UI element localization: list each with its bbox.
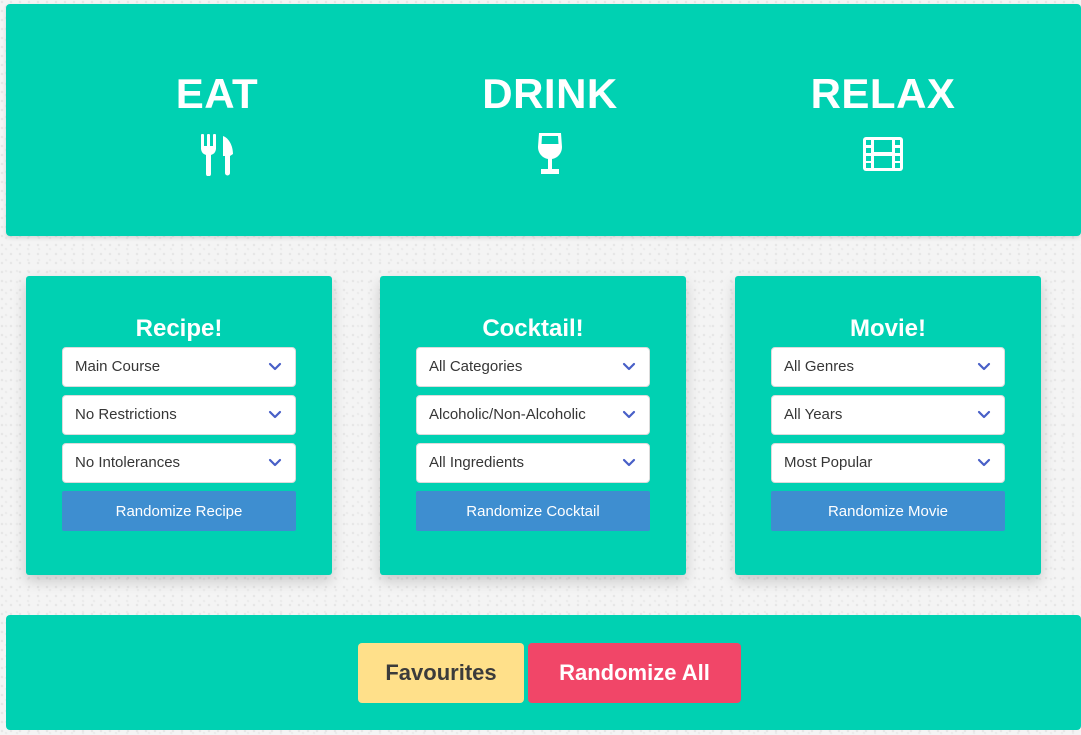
cocktail-ingredients-select[interactable]: All Ingredients xyxy=(416,443,650,483)
recipe-course-value: Main Course xyxy=(75,358,161,375)
recipe-intolerances-value: No Intolerances xyxy=(75,454,181,471)
footer-bar: Favourites Randomize All xyxy=(6,615,1081,730)
chevron-down-icon xyxy=(622,458,636,467)
movie-card-title: Movie! xyxy=(849,315,926,342)
cocktail-category-select[interactable]: All Categories xyxy=(416,347,650,387)
movie-sort-value: Most Popular xyxy=(784,454,873,471)
hero-drink-title: DRINK xyxy=(482,70,618,117)
hero-relax-title: RELAX xyxy=(810,70,956,117)
hero-relax: RELAX xyxy=(783,70,983,176)
randomize-movie-button[interactable]: Randomize Movie xyxy=(771,491,1005,531)
recipe-course-select[interactable]: Main Course xyxy=(62,347,296,387)
randomize-recipe-button[interactable]: Randomize Recipe xyxy=(62,491,296,531)
utensils-icon xyxy=(201,134,233,176)
cocktail-alcoholic-value: Alcoholic/Non-Alcoholic xyxy=(429,406,586,423)
movie-genre-select[interactable]: All Genres xyxy=(771,347,1005,387)
movie-sort-select[interactable]: Most Popular xyxy=(771,443,1005,483)
favourites-button[interactable]: Favourites xyxy=(358,643,524,703)
recipe-restrictions-select[interactable]: No Restrictions xyxy=(62,395,296,435)
movie-genre-value: All Genres xyxy=(784,358,855,375)
randomize-cocktail-button[interactable]: Randomize Cocktail xyxy=(416,491,650,531)
cocktail-card-title: Cocktail! xyxy=(482,315,584,342)
hero-drink: DRINK xyxy=(450,70,650,176)
recipe-card: Recipe! Main Course No Restrictions No I… xyxy=(26,276,332,575)
wine-glass-icon xyxy=(537,133,563,174)
movie-year-value: All Years xyxy=(784,406,843,423)
chevron-down-icon xyxy=(977,410,991,419)
chevron-down-icon xyxy=(622,410,636,419)
recipe-restrictions-value: No Restrictions xyxy=(75,406,177,423)
cocktail-category-value: All Categories xyxy=(429,358,523,375)
randomize-all-button[interactable]: Randomize All xyxy=(528,643,741,703)
cocktail-card: Cocktail! All Categories Alcoholic/Non-A… xyxy=(380,276,686,575)
chevron-down-icon xyxy=(268,458,282,467)
movie-year-select[interactable]: All Years xyxy=(771,395,1005,435)
film-icon xyxy=(863,137,903,171)
chevron-down-icon xyxy=(977,458,991,467)
hero-eat: EAT xyxy=(117,70,317,176)
chevron-down-icon xyxy=(268,362,282,371)
movie-card: Movie! All Genres All Years Most Popular… xyxy=(735,276,1041,575)
cocktail-ingredients-value: All Ingredients xyxy=(429,454,525,471)
recipe-card-title: Recipe! xyxy=(135,315,223,342)
chevron-down-icon xyxy=(622,362,636,371)
cocktail-alcoholic-select[interactable]: Alcoholic/Non-Alcoholic xyxy=(416,395,650,435)
chevron-down-icon xyxy=(268,410,282,419)
recipe-intolerances-select[interactable]: No Intolerances xyxy=(62,443,296,483)
hero-banner: EAT DRINK RELAX xyxy=(6,4,1081,236)
hero-eat-title: EAT xyxy=(175,70,259,117)
chevron-down-icon xyxy=(977,362,991,371)
